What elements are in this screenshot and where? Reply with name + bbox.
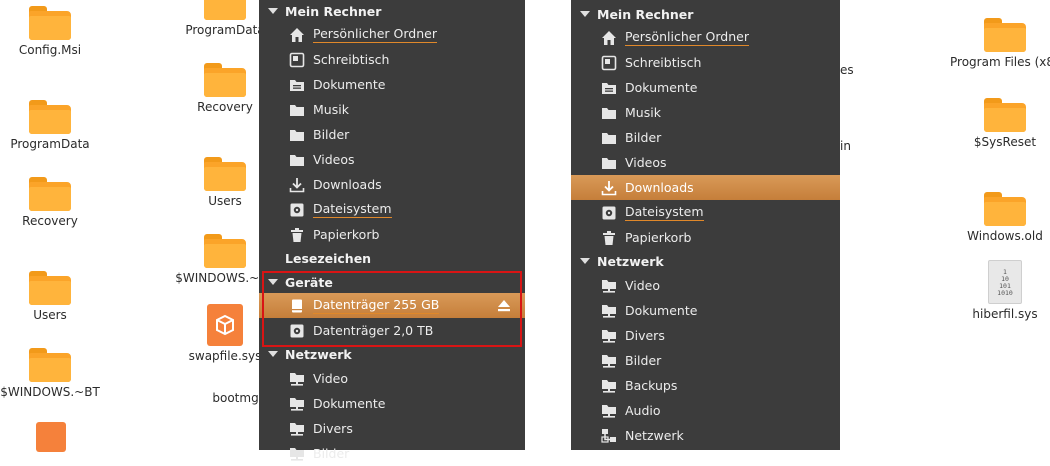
desktop-folder-windows-old[interactable]: Windows.old [955, 192, 1050, 243]
section-mein-rechner[interactable]: Mein Rechner [571, 2, 693, 26]
download-icon [601, 180, 617, 196]
documents-icon [289, 77, 305, 93]
pictures-icon [289, 127, 305, 143]
sidebar-item-dokumente[interactable]: Dokumente [259, 72, 525, 97]
network-folder-icon [601, 303, 617, 319]
expand-arrow-icon[interactable] [268, 351, 278, 357]
sidebar-item-schreibtisch[interactable]: Schreibtisch [259, 47, 525, 72]
desktop-icon [601, 55, 617, 71]
network-folder-icon [601, 328, 617, 344]
sidebar-network-dokumente[interactable]: Dokumente [571, 298, 840, 323]
sidebar-network-video[interactable]: Video [571, 273, 840, 298]
expand-arrow-icon[interactable] [268, 8, 278, 14]
desktop-folder-recovery[interactable]: Recovery [0, 177, 100, 228]
network-folder-icon [289, 371, 305, 387]
desktop-folder-program-files-x86[interactable]: Program Files (x86) [950, 18, 1050, 69]
highlight-box [262, 271, 522, 347]
sidebar-network-netzwerk[interactable]: Netzwerk [571, 423, 840, 448]
sidebar-item-dateisystem[interactable]: Dateisystem [259, 197, 525, 222]
folder-icon [29, 348, 71, 382]
package-file-icon[interactable] [36, 422, 66, 452]
folder-icon [984, 18, 1026, 52]
left-sidebar-panel: Mein Rechner Persönlicher Ordner Schreib… [259, 0, 525, 461]
folder-icon [204, 0, 246, 20]
folder-icon [29, 6, 71, 40]
folder-icon [204, 234, 246, 268]
partial-label: in [840, 139, 851, 153]
sidebar-item-musik[interactable]: Musik [259, 97, 525, 122]
trash-icon [601, 230, 617, 246]
section-mein-rechner[interactable]: Mein Rechner [259, 0, 381, 23]
desktop-icon [289, 52, 305, 68]
folder-icon [204, 63, 246, 97]
network-folder-icon [289, 446, 305, 462]
network-folder-icon [601, 353, 617, 369]
desktop-folder-config-msi[interactable]: Config.Msi [0, 6, 100, 57]
documents-icon [601, 80, 617, 96]
network-folder-icon [289, 421, 305, 437]
network-folder-icon [601, 278, 617, 294]
home-icon [289, 27, 305, 43]
filesystem-icon [601, 205, 617, 221]
section-lesezeichen[interactable]: Lesezeichen [259, 246, 371, 270]
sidebar-network-dokumente[interactable]: Dokumente [259, 391, 525, 416]
section-netzwerk[interactable]: Netzwerk [571, 249, 664, 273]
right-sidebar-panel: Mein Rechner Persönlicher Ordner Schreib… [571, 0, 840, 450]
partial-label: es [840, 63, 854, 77]
sidebar-item-schreibtisch[interactable]: Schreibtisch [571, 50, 840, 75]
desktop-folder-programdata[interactable]: ProgramData [0, 100, 100, 151]
sidebar-item-papierkorb[interactable]: Papierkorb [571, 225, 840, 250]
folder-icon [29, 177, 71, 211]
folder-icon [29, 100, 71, 134]
expand-arrow-icon[interactable] [580, 11, 590, 17]
videos-icon [601, 155, 617, 171]
sidebar-network-backups[interactable]: Backups [571, 373, 840, 398]
sidebar-network-bilder[interactable]: Bilder [571, 348, 840, 373]
network-folder-icon [601, 378, 617, 394]
sidebar-network-video[interactable]: Video [259, 366, 525, 391]
sidebar-item-home[interactable]: Persönlicher Ordner [571, 25, 840, 50]
network-folder-icon [601, 403, 617, 419]
folder-icon [984, 192, 1026, 226]
sidebar-item-home[interactable]: Persönlicher Ordner [259, 22, 525, 47]
desktop-folder-sysreset[interactable]: $SysReset [955, 98, 1050, 149]
expand-arrow-icon[interactable] [580, 258, 590, 264]
sidebar-item-papierkorb[interactable]: Papierkorb [259, 222, 525, 247]
network-icon [601, 428, 617, 444]
sidebar-network-divers[interactable]: Divers [259, 416, 525, 441]
sidebar-item-bilder[interactable]: Bilder [571, 125, 840, 150]
home-icon [601, 30, 617, 46]
download-icon [289, 177, 305, 193]
music-icon [289, 102, 305, 118]
filesystem-icon [289, 202, 305, 218]
sidebar-item-downloads[interactable]: Downloads [571, 175, 840, 200]
sidebar-item-dokumente[interactable]: Dokumente [571, 75, 840, 100]
desktop-file-hiberfil[interactable]: 1 10 101 1010 hiberfil.sys [955, 260, 1050, 321]
pictures-icon [601, 130, 617, 146]
folder-icon [984, 98, 1026, 132]
sidebar-item-downloads[interactable]: Downloads [259, 172, 525, 197]
desktop-folder-users[interactable]: Users [0, 271, 100, 322]
network-folder-icon [289, 396, 305, 412]
sidebar-network-divers[interactable]: Divers [571, 323, 840, 348]
sidebar-network-audio[interactable]: Audio [571, 398, 840, 423]
folder-icon [29, 271, 71, 305]
binary-file-icon: 1 10 101 1010 [988, 260, 1022, 304]
sidebar-item-videos[interactable]: Videos [571, 150, 840, 175]
music-icon [601, 105, 617, 121]
sidebar-item-bilder[interactable]: Bilder [259, 122, 525, 147]
folder-icon [204, 157, 246, 191]
sidebar-item-videos[interactable]: Videos [259, 147, 525, 172]
package-file-icon [207, 304, 243, 346]
sidebar-item-musik[interactable]: Musik [571, 100, 840, 125]
sidebar-item-dateisystem[interactable]: Dateisystem [571, 200, 840, 225]
sidebar-network-bilder[interactable]: Bilder [259, 441, 525, 466]
trash-icon [289, 227, 305, 243]
videos-icon [289, 152, 305, 168]
desktop-folder-windows-bt[interactable]: $WINDOWS.~BT [0, 348, 100, 399]
